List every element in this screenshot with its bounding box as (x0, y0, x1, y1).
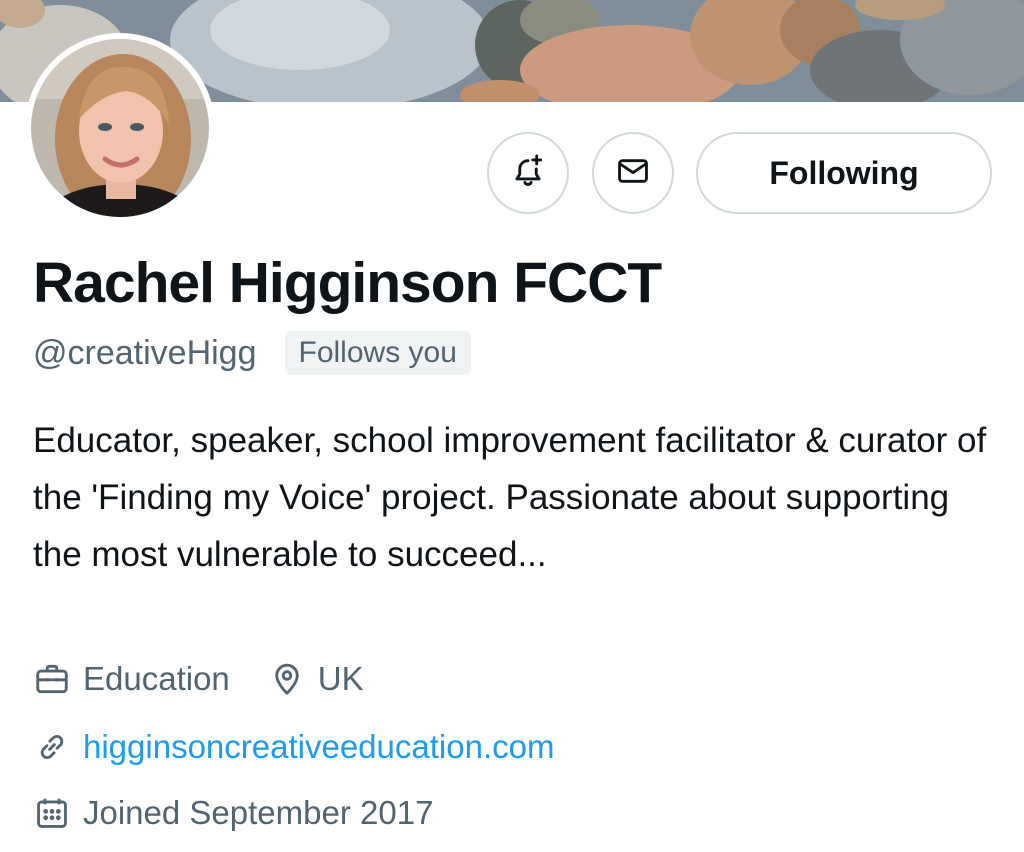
handle-row: @creativeHigg Follows you (33, 330, 471, 376)
profile-meta-row: Education UK (33, 656, 364, 702)
follows-you-badge: Follows you (284, 331, 471, 375)
calendar-icon (33, 794, 71, 832)
location-text: UK (317, 660, 364, 697)
message-button[interactable] (592, 132, 674, 214)
envelope-icon (614, 152, 652, 195)
following-label: Following (769, 154, 919, 191)
joined-text: Joined September 2017 (83, 794, 434, 831)
following-button[interactable]: Following (696, 132, 992, 214)
bell-plus-icon (509, 152, 547, 195)
avatar-image (31, 39, 209, 217)
location-item: UK (268, 660, 364, 698)
category-text: Education (83, 660, 230, 697)
profile-bio: Educator, speaker, school improvement fa… (33, 421, 987, 574)
briefcase-icon (33, 660, 71, 698)
website-row: higginsoncreativeeducation.com (33, 724, 554, 770)
avatar[interactable] (25, 33, 215, 223)
category-item: Education (33, 660, 230, 698)
website-link[interactable]: higginsoncreativeeducation.com (83, 728, 554, 766)
user-handle: @creativeHigg (33, 333, 257, 372)
profile-page: Following Rachel Higginson FCCT @creativ… (0, 0, 1024, 852)
joined-row: Joined September 2017 (33, 790, 433, 836)
notify-button[interactable] (487, 132, 569, 214)
display-name: Rachel Higginson FCCT (33, 251, 662, 315)
link-icon (33, 728, 71, 766)
location-pin-icon (268, 660, 306, 698)
